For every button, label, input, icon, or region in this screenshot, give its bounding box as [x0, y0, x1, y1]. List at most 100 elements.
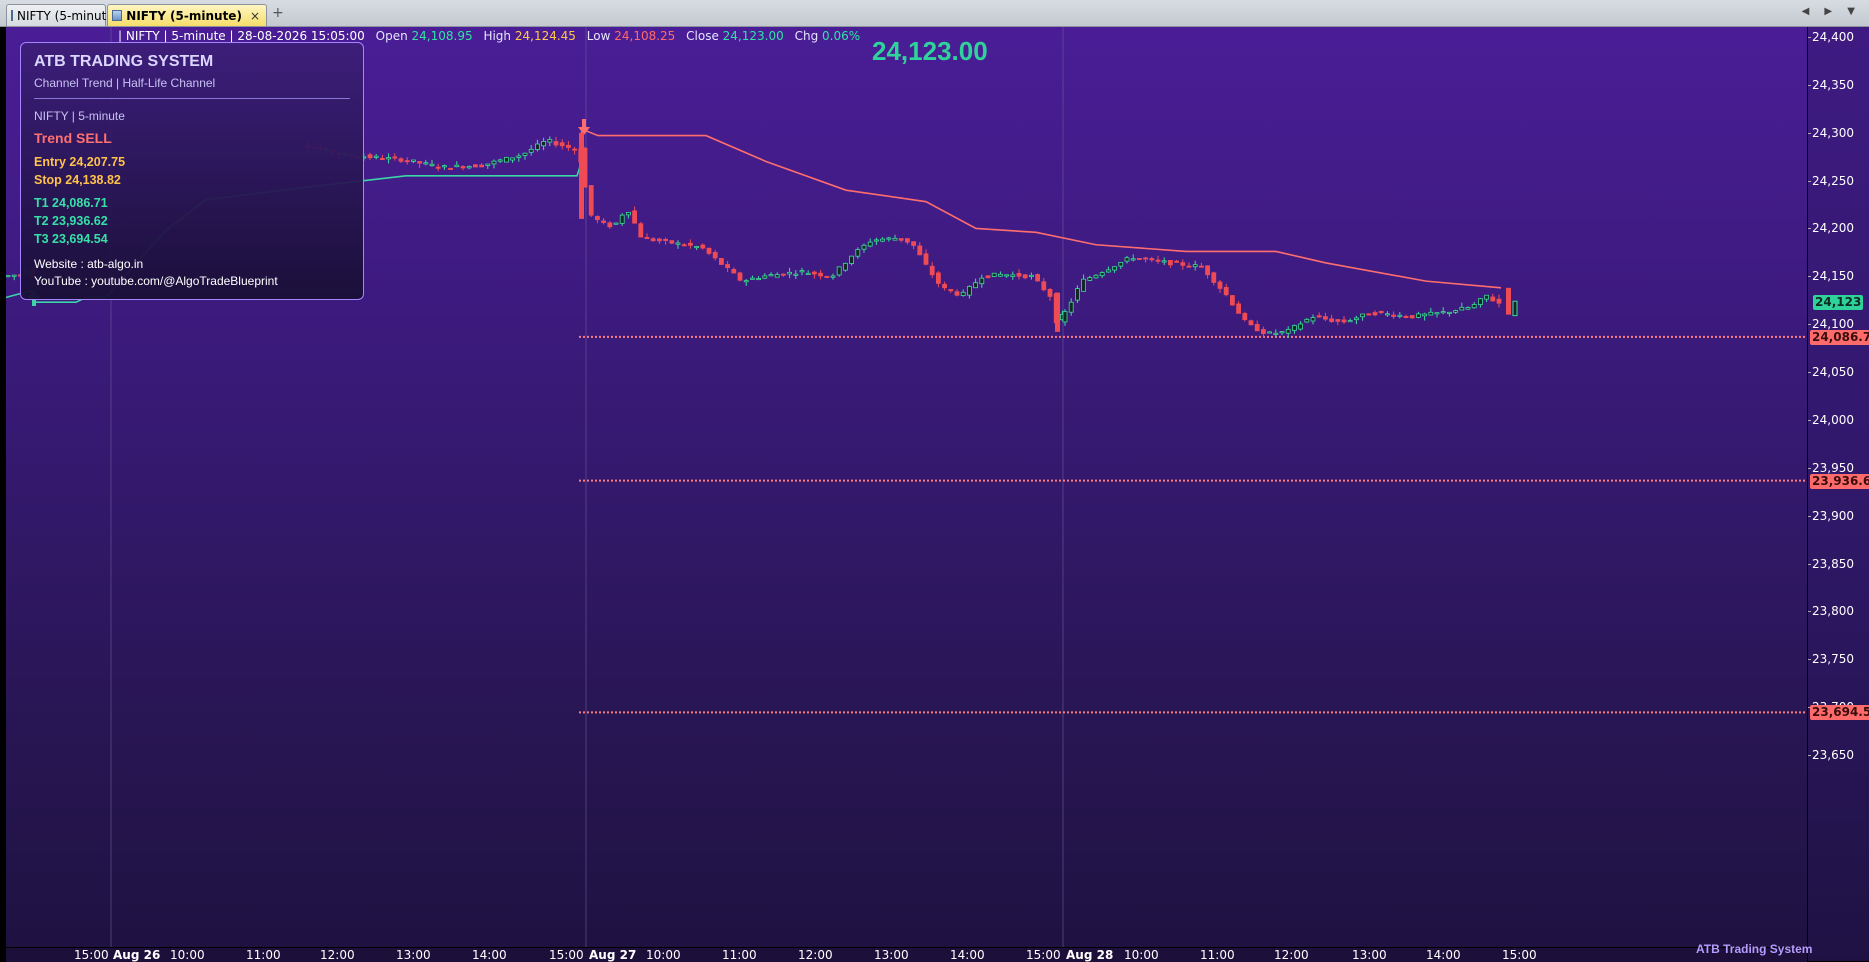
candle-body-135 — [1106, 269, 1111, 273]
candle-body-132 — [1087, 277, 1093, 281]
candle-body-134 — [1099, 272, 1105, 277]
trailing-stop-line-down — [580, 129, 1502, 289]
candle-body-65 — [675, 242, 681, 245]
last-price: 24,123.00 — [872, 36, 988, 66]
candle-body-59 — [638, 223, 644, 238]
low-label: Low — [586, 29, 611, 43]
candle-body-62 — [657, 238, 662, 242]
time-tick-label: 11:00 — [246, 948, 281, 962]
candle-body-40 — [522, 152, 528, 156]
candle-body-147 — [1180, 262, 1186, 266]
time-tick-label: 13:00 — [396, 948, 431, 962]
time-axis[interactable]: 15:00 Aug 26 10:00 11:00 12:00 13:00 14:00 15:0… — [6, 947, 1807, 962]
candle-body-66 — [681, 244, 687, 247]
candle-body-146 — [1174, 260, 1179, 263]
candle-body-93 — [849, 255, 854, 264]
t1-price-marker: 24,086.7 — [1810, 329, 1869, 345]
candle-body-21 — [404, 160, 410, 163]
candle-body-109 — [948, 289, 954, 292]
candle-body-162 — [1273, 332, 1279, 335]
candle-body-182 — [1397, 314, 1403, 317]
tab-nifty-5min-2[interactable]: NIFTY (5-minute) × — [107, 4, 267, 26]
candle-body-57 — [626, 212, 631, 216]
candle-body-98 — [880, 238, 885, 242]
candle-body-37 — [503, 156, 509, 163]
candle-body-43 — [541, 141, 546, 147]
candle-body-27 — [441, 165, 447, 168]
candle-body-196 — [1484, 294, 1489, 300]
candle-body-51 — [588, 185, 594, 216]
candle-body-189 — [1440, 311, 1446, 314]
candle-body-164 — [1285, 328, 1291, 334]
candle-body-67 — [688, 242, 693, 246]
candle-body-39 — [516, 155, 522, 158]
candle-body-91 — [836, 266, 842, 276]
chart-icon — [11, 10, 13, 21]
candle-body-115 — [985, 275, 991, 279]
chart-icon — [112, 10, 123, 21]
symbol-line: NIFTY | 5-minute — [34, 109, 125, 123]
candle-body-133 — [1093, 274, 1099, 279]
price-tick-label: 24,050 — [1808, 365, 1854, 380]
candle-body-136 — [1112, 266, 1117, 271]
candle-body-149 — [1192, 264, 1198, 268]
candle-body-198 — [1496, 298, 1502, 304]
candle-body-153 — [1217, 281, 1223, 289]
candle-body-120 — [1016, 273, 1022, 277]
youtube-link[interactable]: YouTube : youtube.com/@AlgoTradeBlueprin… — [34, 274, 350, 288]
candle-body-80 — [768, 274, 774, 277]
candle-body-35 — [491, 160, 497, 165]
candle-body-90 — [830, 275, 836, 278]
candle-body-180 — [1385, 313, 1390, 316]
website-link[interactable]: Website : atb-algo.in — [34, 257, 350, 271]
new-tab-icon[interactable]: + — [272, 5, 284, 21]
candle-body-140 — [1137, 257, 1142, 260]
candle-body-32 — [472, 164, 478, 168]
candle-body-167 — [1304, 318, 1310, 323]
quote-prefix: | NIFTY | 5-minute | 28-08-2026 15:05:00 — [118, 29, 365, 43]
close-icon[interactable]: × — [250, 9, 260, 23]
tab-navigation-icon[interactable]: ◀ ▶ ▼ — [1802, 6, 1861, 17]
candle-body-last-bear — [1506, 287, 1511, 315]
stop-price: Stop 24,138.82 — [34, 173, 121, 187]
candle-body-131 — [1081, 278, 1086, 292]
tab-bar: NIFTY (5-minute) NIFTY (5-minute) × + ◀ … — [0, 0, 1869, 27]
candle-body-26 — [435, 166, 441, 169]
candle-body-42 — [535, 143, 540, 150]
price-tick-label: 23,900 — [1808, 508, 1854, 523]
candle-body-187 — [1428, 311, 1434, 316]
candle-body-89 — [824, 276, 830, 279]
candle-body-24 — [423, 162, 429, 165]
candle-body-86 — [805, 272, 811, 275]
candle-body-159 — [1254, 324, 1260, 332]
close-label: Close — [686, 29, 719, 43]
candle-body-170 — [1323, 316, 1328, 320]
candle-body-83 — [787, 271, 792, 275]
candle-body-63 — [663, 238, 668, 241]
candle-body-92 — [843, 262, 848, 271]
candle-body-177 — [1366, 313, 1372, 316]
candle-body-87 — [812, 271, 817, 275]
entry-price: Entry 24,207.75 — [34, 155, 126, 169]
price-tick-label: 24,150 — [1808, 269, 1854, 284]
tab-nifty-5min-1[interactable]: NIFTY (5-minute) — [6, 4, 118, 26]
candle-body-169 — [1316, 315, 1322, 318]
candle-body-96 — [867, 241, 873, 247]
price-axis[interactable]: 24,400 24,350 24,300 24,250 24,200 24,150 24,1… — [1807, 27, 1869, 961]
candle-body-20 — [398, 158, 404, 162]
candle-body-150 — [1199, 265, 1204, 268]
candle-body-179 — [1378, 310, 1384, 314]
candle-body-152 — [1211, 272, 1217, 283]
candle-body-85 — [799, 270, 805, 273]
candle-body-157 — [1242, 313, 1248, 321]
candle-body-175 — [1354, 317, 1359, 321]
time-tick-label: 14:00 — [472, 948, 507, 962]
candle-body-last-bull — [1512, 300, 1518, 317]
candle-body-97 — [874, 239, 879, 242]
candle-body-128 — [1062, 311, 1068, 323]
candle-body-181 — [1391, 314, 1396, 317]
candle-body-144 — [1161, 260, 1167, 263]
divider — [34, 98, 350, 99]
candle-body-78 — [756, 278, 761, 281]
candle-body-38 — [510, 157, 516, 161]
